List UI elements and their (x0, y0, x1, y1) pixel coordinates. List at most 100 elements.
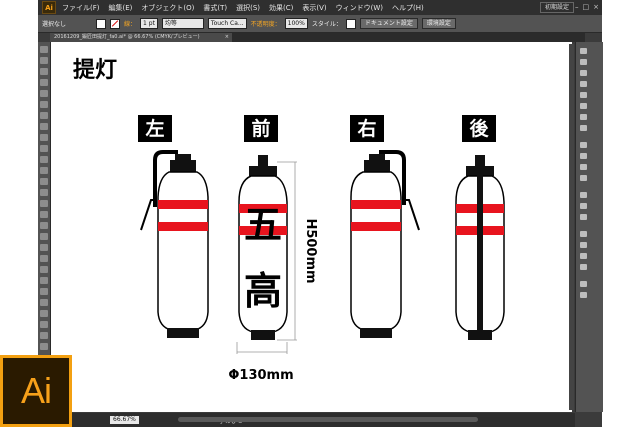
artboard-tool-icon[interactable] (40, 310, 48, 317)
document-tab-title: 20161209_鍛匠田提灯_fa0.ai* @ 66.67% (CMYK/プレ… (54, 34, 200, 40)
blend-tool-icon[interactable] (40, 277, 48, 284)
zoom-level-field[interactable]: 66.67% (110, 416, 139, 424)
fill-swatch[interactable] (96, 18, 107, 29)
rectangle-tool-icon[interactable] (40, 123, 48, 130)
paragraph-panel-icon[interactable] (580, 203, 587, 209)
window-controls: – □ × (575, 3, 599, 11)
menu-object[interactable]: オブジェクト(O) (141, 3, 194, 13)
character-panel-icon[interactable] (580, 192, 587, 198)
artboard-canvas[interactable]: 提灯 左 前 右 後 五 高 H500mm Φ130mm (51, 42, 572, 412)
style-label: スタイル： (311, 21, 342, 28)
rotate-tool-icon[interactable] (40, 178, 48, 185)
artwork-title: 提灯 (73, 57, 117, 83)
swatches-panel-icon[interactable] (580, 70, 587, 76)
opacity-field[interactable]: 100% (284, 18, 308, 29)
menu-view[interactable]: 表示(V) (302, 3, 326, 13)
hand-tool-icon[interactable] (40, 332, 48, 339)
eyedropper-tool-icon[interactable] (40, 266, 48, 273)
maximize-button[interactable]: □ (583, 3, 590, 11)
width-tool-icon[interactable] (40, 200, 48, 207)
brushes-panel-icon[interactable] (580, 81, 587, 87)
workspace-switcher[interactable]: 初期設定 (539, 2, 574, 13)
artboards-panel-icon[interactable] (580, 242, 587, 248)
document-tab-bar: 20161209_鍛匠田提灯_fa0.ai* @ 66.67% (CMYK/プレ… (50, 33, 585, 42)
menu-effect[interactable]: 効果(C) (269, 3, 293, 13)
symbol-sprayer-tool-icon[interactable] (40, 288, 48, 295)
badge-text: Ai (20, 370, 52, 411)
front-character-1: 五 (244, 202, 282, 247)
menu-window[interactable]: ウィンドウ(W) (336, 3, 383, 13)
blob-brush-tool-icon[interactable] (40, 156, 48, 163)
shape-builder-tool-icon[interactable] (40, 222, 48, 229)
stroke-style-dropdown[interactable]: 均等 (161, 18, 204, 29)
free-transform-tool-icon[interactable] (40, 211, 48, 218)
view-label-right-text: 右 (356, 117, 376, 140)
magic-wand-tool-icon[interactable] (40, 68, 48, 75)
menu-type[interactable]: 書式(T) (203, 3, 227, 13)
document-tab[interactable]: 20161209_鍛匠田提灯_fa0.ai* @ 66.67% (CMYK/プレ… (50, 33, 232, 42)
pathfinder-panel-icon[interactable] (580, 281, 587, 287)
menu-edit[interactable]: 編集(E) (109, 3, 133, 13)
pencil-tool-icon[interactable] (40, 145, 48, 152)
navigator-panel-icon[interactable] (580, 264, 587, 270)
menu-file[interactable]: ファイル(F) (62, 3, 100, 13)
stroke-label[interactable]: 線： (124, 19, 136, 28)
horizontal-scrollbar[interactable] (178, 417, 478, 422)
minimize-button[interactable]: – (575, 3, 579, 11)
pen-tool-icon[interactable] (40, 90, 48, 97)
stroke-swatch[interactable] (110, 18, 121, 29)
view-label-front-text: 前 (251, 117, 270, 140)
close-tab-icon[interactable]: × (225, 33, 229, 42)
lasso-tool-icon[interactable] (40, 79, 48, 86)
menu-bar: Ai ファイル(F) 編集(E) オブジェクト(O) 書式(T) 選択(S) 効… (38, 0, 602, 15)
color-guide-panel-icon[interactable] (580, 59, 587, 65)
symbols-panel-icon[interactable] (580, 92, 587, 98)
view-label-left: 左 (138, 115, 172, 142)
links-panel-icon[interactable] (580, 253, 587, 259)
layers-panel-icon[interactable] (580, 231, 587, 237)
opentype-panel-icon[interactable] (580, 214, 587, 220)
eraser-tool-icon[interactable] (40, 167, 48, 174)
graph-tool-icon[interactable] (40, 299, 48, 306)
align-panel-icon[interactable] (580, 175, 587, 181)
brush-dropdown[interactable]: Touch Ca... (207, 18, 247, 29)
stroke-panel-icon[interactable] (580, 142, 587, 148)
paintbrush-tool-icon[interactable] (40, 134, 48, 141)
transparency-panel-icon[interactable] (580, 125, 587, 131)
perspective-grid-tool-icon[interactable] (40, 233, 48, 240)
slice-tool-icon[interactable] (40, 321, 48, 328)
menu-select[interactable]: 選択(S) (236, 3, 260, 13)
info-panel-icon[interactable] (580, 292, 587, 298)
direct-selection-tool-icon[interactable] (40, 57, 48, 64)
line-tool-icon[interactable] (40, 112, 48, 119)
zoom-tool-icon[interactable] (40, 343, 48, 350)
gradient-panel-icon[interactable] (580, 153, 587, 159)
graphic-styles-panel-icon[interactable] (580, 103, 587, 109)
control-bar: 選択なし 線： 1 pt 均等 Touch Ca... 不透明度： 100% ス… (38, 15, 602, 33)
opacity-label[interactable]: 不透明度： (251, 19, 281, 28)
mesh-tool-icon[interactable] (40, 244, 48, 251)
view-label-back-text: 後 (469, 117, 489, 140)
type-tool-icon[interactable] (40, 101, 48, 108)
transform-panel-icon[interactable] (580, 164, 587, 170)
scale-tool-icon[interactable] (40, 189, 48, 196)
color-panel-icon[interactable] (580, 48, 587, 54)
height-dimension-label: H500mm (303, 218, 318, 283)
selection-tool-icon[interactable] (40, 46, 48, 53)
view-label-front: 前 (244, 115, 278, 142)
lantern-artwork: 提灯 左 前 右 後 五 高 H500mm Φ130mm (73, 57, 505, 383)
front-character-2: 高 (244, 268, 282, 313)
view-label-back: 後 (462, 115, 496, 142)
appearance-panel-icon[interactable] (580, 114, 587, 120)
vertical-scrollbar[interactable] (569, 44, 574, 410)
preferences-button[interactable]: 環境設定 (421, 18, 456, 29)
graphic-style-swatch[interactable] (345, 18, 356, 29)
document-setup-button[interactable]: ドキュメント設定 (359, 18, 418, 29)
lantern-right (350, 150, 420, 338)
stroke-weight-field[interactable]: 1 pt (140, 18, 158, 29)
menu-help[interactable]: ヘルプ(H) (392, 3, 424, 13)
panel-dock (575, 42, 603, 412)
diameter-dimension-label: Φ130mm (228, 368, 293, 383)
gradient-tool-icon[interactable] (40, 255, 48, 262)
close-window-button[interactable]: × (593, 3, 599, 11)
